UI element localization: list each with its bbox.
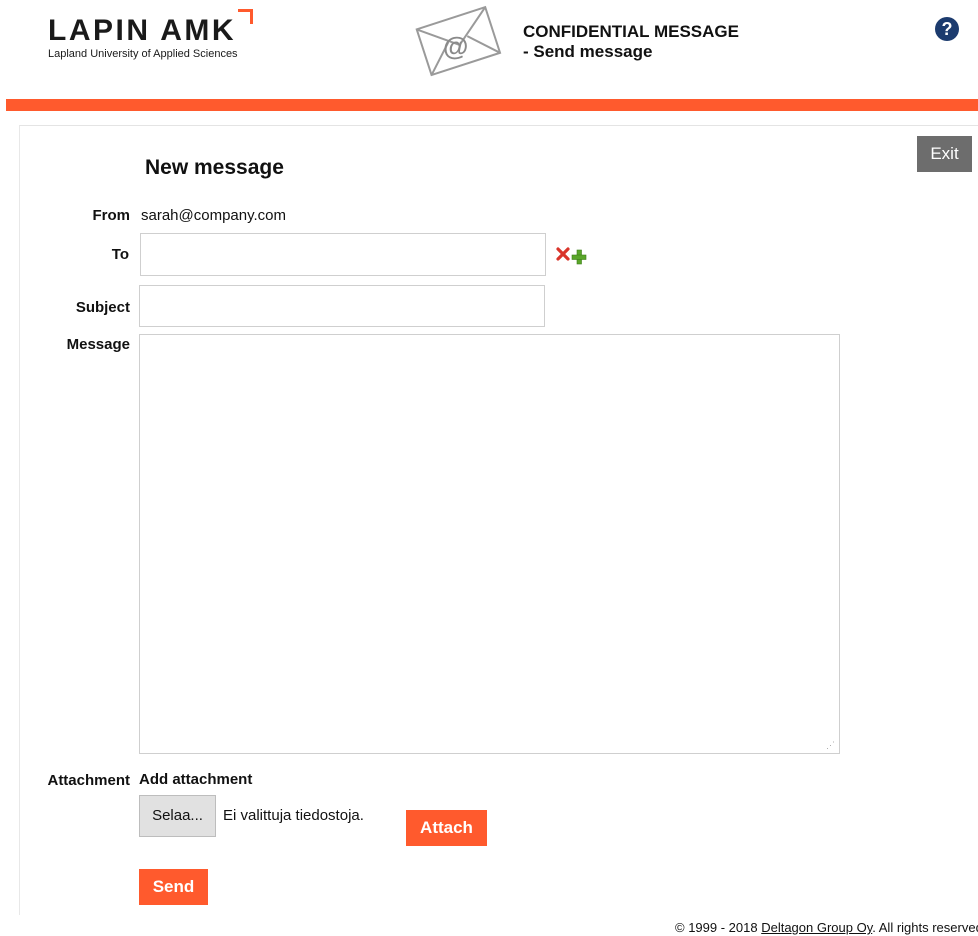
message-label: Message xyxy=(66,336,130,353)
header: LAPIN AMK Lapland University of Applied … xyxy=(0,0,978,100)
help-icon[interactable]: ? xyxy=(935,17,959,41)
footer: © 1999 - 2018 Deltagon Group Oy. All rig… xyxy=(675,920,978,935)
add-attachment-label: Add attachment xyxy=(139,771,253,788)
logo-wordmark: LAPIN AMK xyxy=(48,14,237,47)
lapin-amk-logo[interactable]: LAPIN AMK Lapland University of Applied … xyxy=(48,9,253,60)
page-title: New message xyxy=(145,156,284,179)
envelope-at-icon: @ xyxy=(415,5,502,77)
header-title-line1: CONFIDENTIAL MESSAGE xyxy=(523,22,739,41)
to-label: To xyxy=(111,246,129,263)
from-value: sarah@company.com xyxy=(141,207,287,224)
logo-subtitle: Lapland University of Applied Sciences xyxy=(48,48,238,60)
attachment-label: Attachment xyxy=(47,772,130,789)
add-recipient-icon[interactable] xyxy=(571,249,587,265)
exit-button[interactable]: Exit xyxy=(917,136,972,172)
browse-file-button[interactable]: Selaa... xyxy=(139,795,216,837)
textarea-resize-grip[interactable]: ⋰ xyxy=(826,740,836,750)
svg-text:@: @ xyxy=(443,31,468,61)
header-title-line2: - Send message xyxy=(523,42,653,61)
subject-label: Subject xyxy=(75,299,130,316)
page-header-title: CONFIDENTIAL MESSAGE - Send message xyxy=(523,22,739,62)
subject-field[interactable] xyxy=(139,285,545,327)
from-label: From xyxy=(92,207,131,224)
message-textarea[interactable] xyxy=(139,334,840,754)
footer-company-link[interactable]: Deltagon Group Oy xyxy=(761,920,872,935)
footer-copyright: © 1999 - 2018 xyxy=(675,920,762,935)
accent-bar xyxy=(6,99,978,111)
remove-recipient-icon[interactable] xyxy=(556,247,570,261)
footer-rights: . All rights reserved xyxy=(872,920,978,935)
send-button[interactable]: Send xyxy=(139,869,208,905)
to-field[interactable] xyxy=(140,233,546,276)
attach-button[interactable]: Attach xyxy=(406,810,487,846)
logo-corner-mark xyxy=(238,9,253,24)
no-file-selected-text: Ei valittuja tiedostoja. xyxy=(223,807,364,824)
